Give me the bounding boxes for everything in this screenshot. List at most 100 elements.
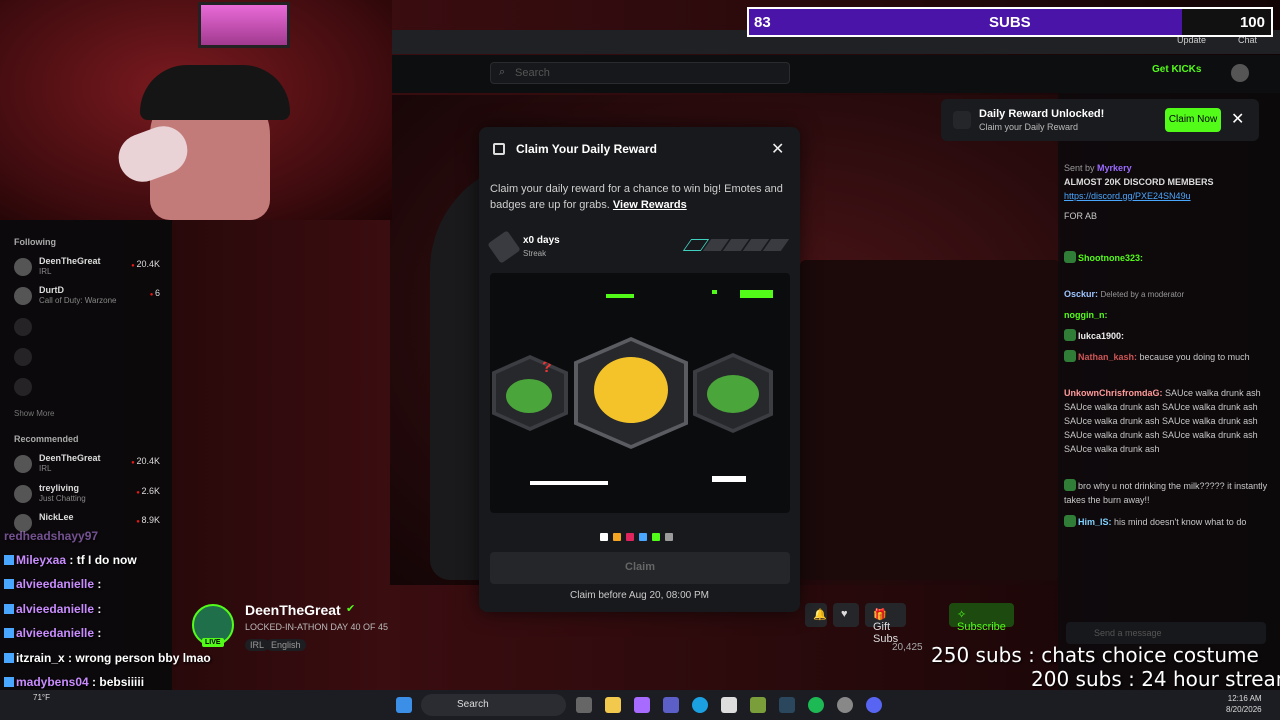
goal-text-1: 250 subs : chats choice costume xyxy=(931,643,1259,667)
language-tag[interactable]: English xyxy=(266,639,306,651)
edge-icon[interactable] xyxy=(692,697,708,713)
streak-days: x0 days xyxy=(523,235,560,246)
channel-category: Call of Duty: Warzone xyxy=(39,296,117,305)
chat-user[interactable]: noggin_n: xyxy=(1064,310,1108,320)
app-icon[interactable] xyxy=(750,697,766,713)
avatar xyxy=(14,287,32,305)
chat-user[interactable]: Nathan_kash: xyxy=(1078,352,1137,362)
chat-text: because you doing to much xyxy=(1139,352,1250,362)
channel-name: NickLee xyxy=(39,512,74,522)
channel-name: DeenTheGreat xyxy=(39,453,101,463)
close-icon[interactable]: ✕ xyxy=(771,139,784,159)
gift-subs-button[interactable]: 🎁 Gift Subs xyxy=(865,603,907,645)
subs-goal-bar: 83 SUBS 100 xyxy=(747,7,1273,37)
overlay-chat-text: : tf I do now xyxy=(69,553,137,567)
goal-text-2: 200 subs : 24 hour stream xyxy=(1031,667,1280,691)
close-icon[interactable]: ✕ xyxy=(1231,109,1244,129)
overlay-chat-text: : xyxy=(97,577,102,591)
sidebar-item-following[interactable] xyxy=(14,376,164,402)
subs-current: 83 xyxy=(754,14,771,31)
chat-user[interactable]: UnkownChrisfromdaG: xyxy=(1064,388,1163,398)
rarity-dot xyxy=(639,533,647,541)
rarity-dot xyxy=(626,533,634,541)
chat-message: FOR AB xyxy=(1064,209,1274,223)
sidebar-item-recommended[interactable]: DeenTheGreatIRL 20.4K xyxy=(14,453,164,479)
claim-now-button[interactable]: Claim Now xyxy=(1165,108,1221,132)
clock-date: 8/20/2026 xyxy=(1226,705,1262,714)
gift-icon xyxy=(493,143,505,155)
live-badge: LIVE xyxy=(202,638,224,647)
chat-message: Him_IS: his mind doesn't know what to do xyxy=(1064,515,1274,529)
reward-emote-center[interactable] xyxy=(574,337,688,449)
follow-heart-icon[interactable]: ♥ xyxy=(833,603,859,627)
sidebar-item-recommended[interactable]: treylivingJust Chatting 2.6K xyxy=(14,483,164,509)
badge-icon xyxy=(1064,515,1076,527)
overlay-chat-user: redheadshayy97 xyxy=(4,529,99,543)
overlay-chat-line: redheadshayy97 xyxy=(4,529,98,543)
chat-message: Nathan_kash: because you doing to much xyxy=(1064,350,1274,364)
recommended-heading: Recommended xyxy=(14,434,79,444)
reward-emote-left[interactable]: ? xyxy=(492,355,568,431)
spotify-icon[interactable] xyxy=(808,697,824,713)
badge-icon xyxy=(1064,479,1076,491)
sidebar-item-following[interactable] xyxy=(14,346,164,372)
rarity-dot xyxy=(665,533,673,541)
rarity-indicator xyxy=(600,528,678,546)
steam-icon[interactable] xyxy=(779,697,795,713)
cam-monitor xyxy=(198,2,290,48)
system-clock[interactable]: 12:16 AM 8/20/2026 xyxy=(1226,693,1262,715)
avatar xyxy=(14,378,32,396)
get-kicks-button[interactable]: Get KICKs xyxy=(1152,64,1201,75)
file-explorer-icon[interactable] xyxy=(605,697,621,713)
chat-text: Deleted by a moderator xyxy=(1100,290,1185,299)
rarity-dot xyxy=(613,533,621,541)
sidebar-item-following[interactable] xyxy=(14,316,164,342)
task-view-icon[interactable] xyxy=(576,697,592,713)
discord-icon[interactable] xyxy=(866,697,882,713)
teams-icon[interactable] xyxy=(663,697,679,713)
channel-category: IRL xyxy=(39,464,52,473)
sidebar-item-following[interactable]: DeenTheGreatIRL 20.4K xyxy=(14,256,164,282)
overlay-chat-user: alvieedanielle xyxy=(16,577,95,591)
badge-icon xyxy=(1064,350,1076,362)
streamer-name[interactable]: DeenTheGreat xyxy=(245,602,341,618)
overlay-chat-text: : bebsiiiii xyxy=(92,675,145,689)
channel-name: DurtD xyxy=(39,285,64,295)
search-input[interactable]: Search xyxy=(490,62,790,84)
viewer-count: 20.4K xyxy=(131,259,160,269)
channel-name: treyliving xyxy=(39,483,80,493)
claim-button[interactable]: Claim xyxy=(490,552,790,584)
weather-label: 71°F xyxy=(33,693,50,702)
copilot-icon[interactable] xyxy=(634,697,650,713)
chat-user[interactable]: Osckur: xyxy=(1064,289,1098,299)
taskbar-search[interactable]: Search xyxy=(421,694,566,716)
chat-user[interactable]: Him_IS: xyxy=(1078,517,1112,527)
overlay-chat-user: madybens04 xyxy=(16,675,89,689)
streak-label: Streak xyxy=(523,249,547,258)
chat-send-input[interactable]: Send a message xyxy=(1066,622,1266,644)
video-table xyxy=(800,260,1060,580)
chat-user[interactable]: Shootnone323: xyxy=(1078,253,1143,263)
avatar xyxy=(14,258,32,276)
windows-start-icon[interactable] xyxy=(396,697,412,713)
sidebar-item-following[interactable]: DurtDCall of Duty: Warzone 6 xyxy=(14,285,164,311)
show-more-link[interactable]: Show More xyxy=(14,409,54,418)
view-rewards-link[interactable]: View Rewards xyxy=(613,199,687,211)
verified-icon: ✔ xyxy=(346,603,356,615)
reward-emote-right[interactable] xyxy=(693,353,773,433)
chat-message: noggin_n: xyxy=(1064,308,1274,322)
obs-icon[interactable] xyxy=(837,697,853,713)
overlay-chat-user: itzrain_x xyxy=(16,651,65,665)
overlay-chat-line: Mileyxaa : tf I do now xyxy=(4,553,137,567)
pinned-user: Myrkery xyxy=(1097,163,1132,173)
notification-bell-icon[interactable]: 🔔 xyxy=(805,603,827,627)
badge-icon xyxy=(1064,251,1076,263)
avatar xyxy=(14,348,32,366)
chat-user[interactable]: lukca1900: xyxy=(1078,331,1124,341)
subscribe-button[interactable]: ✧ Subscribe xyxy=(949,603,1014,633)
user-avatar[interactable] xyxy=(1231,64,1249,82)
pinned-message: Sent by Myrkery ALMOST 20K DISCORD MEMBE… xyxy=(1064,161,1274,203)
store-icon[interactable] xyxy=(721,697,737,713)
pinned-link[interactable]: https://discord.gg/PXE24SN49u xyxy=(1064,191,1191,201)
reward-carousel: ? xyxy=(490,273,790,513)
